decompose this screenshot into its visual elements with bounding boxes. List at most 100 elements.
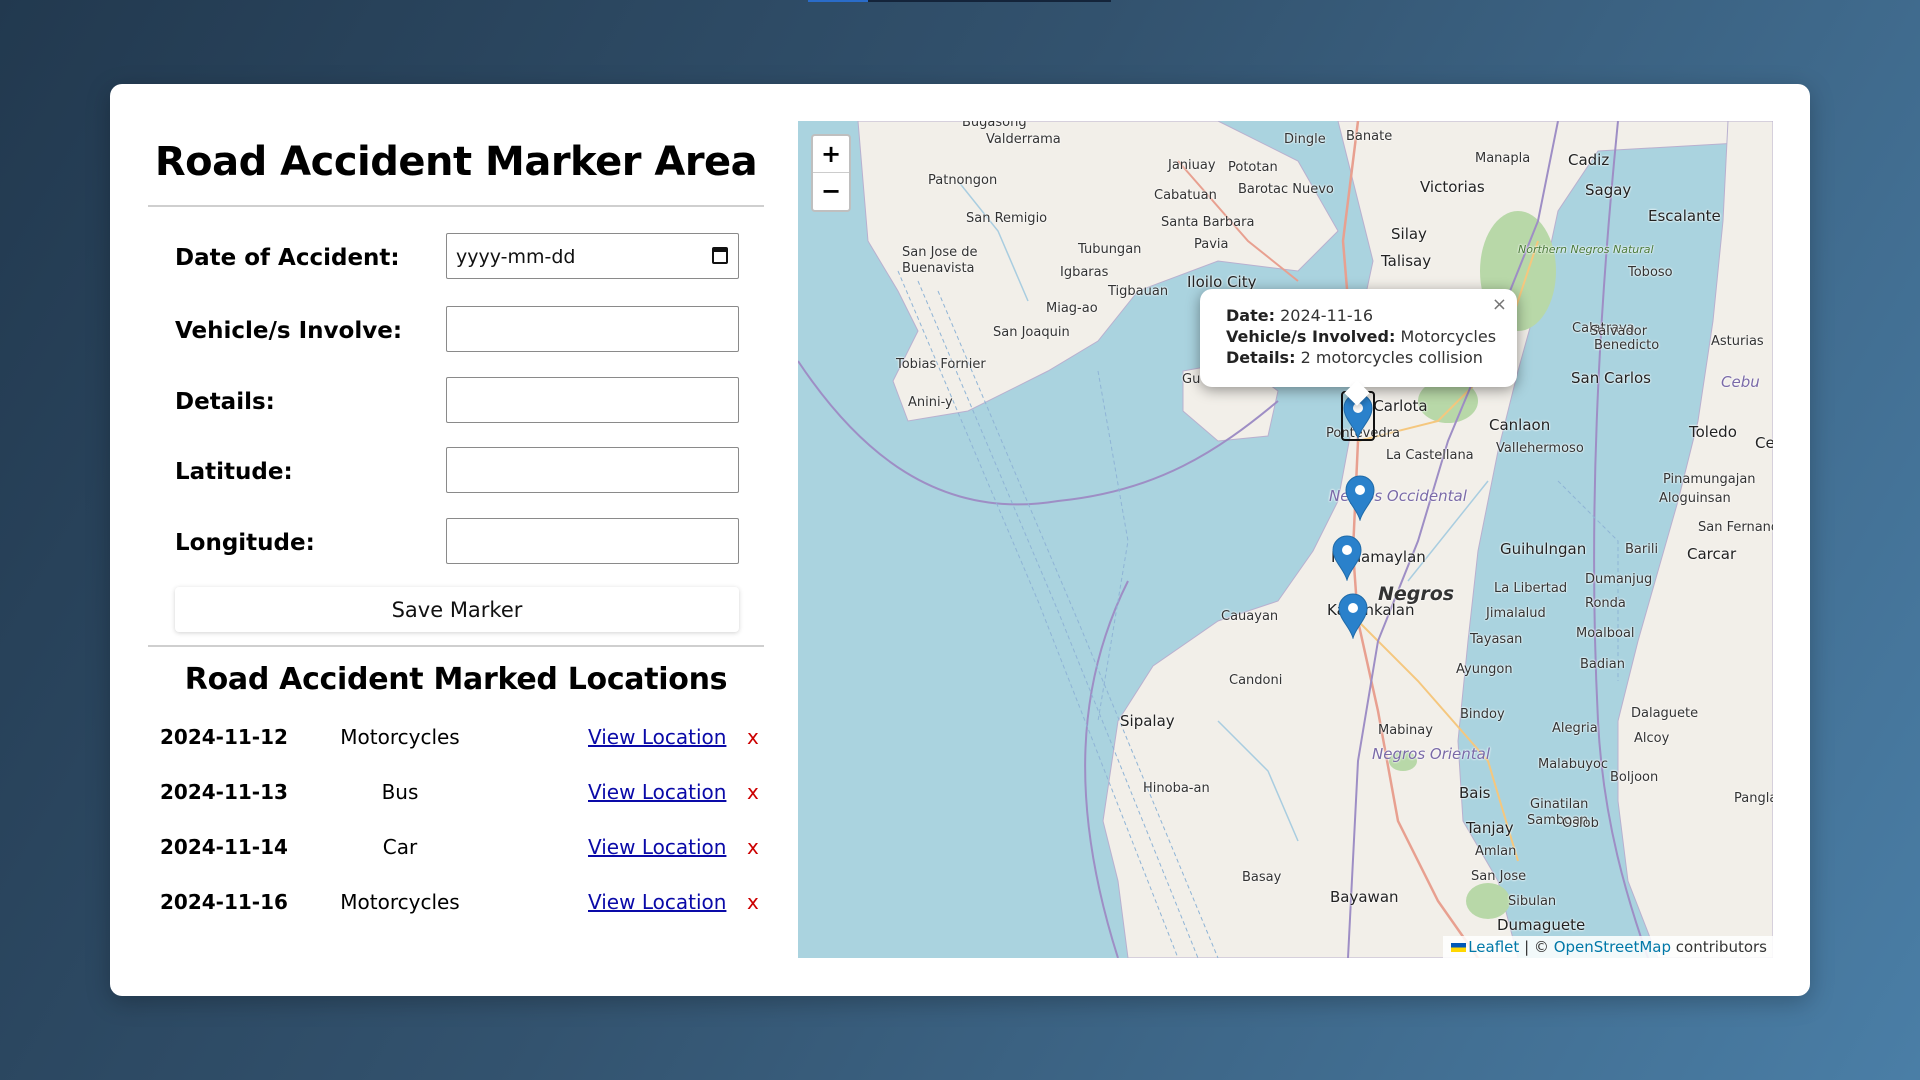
location-row: 2024-11-16 Motorcycles View Location x xyxy=(160,886,764,920)
map-label: Cauayan xyxy=(1221,609,1279,624)
top-scroll-indicator-accent xyxy=(808,0,868,2)
map-label: Pangla xyxy=(1734,791,1773,806)
leaflet-link[interactable]: Leaflet xyxy=(1468,938,1519,956)
popup-date: 2024-11-16 xyxy=(1280,306,1374,325)
map-label: Valderrama xyxy=(986,132,1061,147)
map-label: Canlaon xyxy=(1489,416,1551,434)
form-divider xyxy=(148,645,764,647)
map-label: San Joaquin xyxy=(993,325,1070,340)
delete-location-button[interactable]: x xyxy=(747,780,759,804)
map-label: Silay xyxy=(1391,225,1427,243)
map-label: San Fernand xyxy=(1698,520,1773,535)
map-label: Bayawan xyxy=(1330,888,1399,906)
location-date: 2024-11-16 xyxy=(160,890,288,914)
details-input[interactable] xyxy=(446,377,739,423)
delete-location-button[interactable]: x xyxy=(747,890,759,914)
map-label: Bais xyxy=(1459,784,1491,802)
location-row: 2024-11-13 Bus View Location x xyxy=(160,776,764,810)
map-label: Amlan xyxy=(1475,844,1517,859)
delete-location-button[interactable]: x xyxy=(747,835,759,859)
vehicle-label: Vehicle/s Involve: xyxy=(175,318,403,344)
delete-location-button[interactable]: x xyxy=(747,725,759,749)
calendar-icon[interactable] xyxy=(712,247,728,264)
popup-vehicle-label: Vehicle/s Involved: xyxy=(1226,327,1396,346)
map-label: Boljoon xyxy=(1610,770,1659,785)
location-date: 2024-11-13 xyxy=(160,780,288,804)
location-vehicle: Bus xyxy=(381,780,419,804)
map-label: San Remigio xyxy=(966,211,1048,226)
map-label: Pototan xyxy=(1228,160,1278,175)
date-label: Date of Accident: xyxy=(175,245,400,271)
map-label: Victorias xyxy=(1420,178,1485,196)
map-marker-icon[interactable] xyxy=(1345,475,1375,522)
zoom-out-button[interactable]: − xyxy=(813,173,849,210)
zoom-control: + − xyxy=(811,134,851,212)
latitude-input[interactable] xyxy=(446,447,739,493)
main-card: Road Accident Marker Area Date of Accide… xyxy=(110,84,1810,996)
map-label: San Carlos xyxy=(1571,369,1651,387)
map-label: San Jose xyxy=(1471,869,1527,884)
vehicle-row: Vehicle/s Involve: xyxy=(175,306,740,354)
map-label: Cadiz xyxy=(1568,151,1610,169)
map-label: Negros xyxy=(1378,583,1455,605)
map-label: Barotac Nuevo xyxy=(1238,182,1334,197)
view-location-link[interactable]: View Location xyxy=(588,780,726,804)
form-title: Road Accident Marker Area xyxy=(154,139,758,185)
map-label: Cebu xyxy=(1721,373,1760,391)
location-date: 2024-11-14 xyxy=(160,835,288,859)
location-vehicle: Motorcycles xyxy=(340,725,460,749)
map-label: Negros Oriental xyxy=(1372,745,1491,763)
location-row: 2024-11-14 Car View Location x xyxy=(160,831,764,865)
map-label: San Jose de xyxy=(902,245,978,260)
longitude-input[interactable] xyxy=(446,518,739,564)
view-location-link[interactable]: View Location xyxy=(588,890,726,914)
map-label: Patnongon xyxy=(928,173,998,188)
map-label: Bugasong xyxy=(962,121,1027,130)
map-label: Toboso xyxy=(1628,265,1673,280)
map-attribution: Leaflet | © OpenStreetMap contributors xyxy=(1443,936,1773,958)
map-label: Hinoba-an xyxy=(1143,781,1210,796)
view-location-link[interactable]: View Location xyxy=(588,725,726,749)
map-label: Toledo xyxy=(1689,423,1737,441)
map-marker-icon[interactable] xyxy=(1332,535,1362,582)
map-label: Anini-y xyxy=(908,395,953,410)
zoom-in-button[interactable]: + xyxy=(813,136,849,173)
latitude-label: Latitude: xyxy=(175,459,293,485)
popup-vehicle: Motorcycles xyxy=(1400,327,1497,346)
map-label: Moalboal xyxy=(1576,626,1635,641)
map-label: Dingle xyxy=(1284,132,1326,147)
vehicle-input[interactable] xyxy=(446,306,739,352)
map-label: Tigbauan xyxy=(1108,284,1169,299)
marker-popup: × Date: 2024-11-16 Vehicle/s Involved: M… xyxy=(1200,289,1517,406)
popup-vehicle-line: Vehicle/s Involved: Motorcycles xyxy=(1226,326,1517,347)
map-label: Candoni xyxy=(1229,673,1283,688)
map-label: Ce xyxy=(1755,434,1773,452)
map-label: Manapla xyxy=(1475,151,1531,166)
map-label: Oslob xyxy=(1562,816,1599,831)
map-label: Barili xyxy=(1625,542,1659,557)
date-input[interactable]: yyyy-mm-dd xyxy=(446,233,739,279)
save-marker-button[interactable]: Save Marker xyxy=(175,587,739,632)
location-vehicle: Car xyxy=(382,835,418,859)
map-label: Banate xyxy=(1346,129,1393,144)
map-label: Aloguinsan xyxy=(1659,491,1731,506)
map-label: Gu xyxy=(1182,372,1201,387)
map-label: Sagay xyxy=(1585,181,1632,199)
map-label: Miag-ao xyxy=(1046,301,1098,316)
map-marker-icon[interactable] xyxy=(1338,593,1368,640)
location-vehicle: Motorcycles xyxy=(340,890,460,914)
map-label: Tayasan xyxy=(1470,632,1523,647)
view-location-link[interactable]: View Location xyxy=(588,835,726,859)
popup-date-line: Date: 2024-11-16 xyxy=(1226,305,1517,326)
map-label: Pinamungajan xyxy=(1663,472,1756,487)
openstreetmap-link[interactable]: OpenStreetMap xyxy=(1554,938,1671,956)
ukraine-flag-icon xyxy=(1451,943,1467,952)
date-row: Date of Accident: yyyy-mm-dd xyxy=(175,233,740,281)
popup-details-label: Details: xyxy=(1226,348,1296,367)
map-label: Tubungan xyxy=(1078,242,1142,257)
popup-close-button[interactable]: × xyxy=(1492,294,1507,315)
map-label: Pavia xyxy=(1194,237,1229,252)
map-label: La Castellana xyxy=(1386,448,1474,463)
map-view[interactable]: + − Bugasong Valderrama Patnongon San Re… xyxy=(798,121,1773,958)
popup-details: 2 motorcycles collision xyxy=(1300,348,1483,367)
